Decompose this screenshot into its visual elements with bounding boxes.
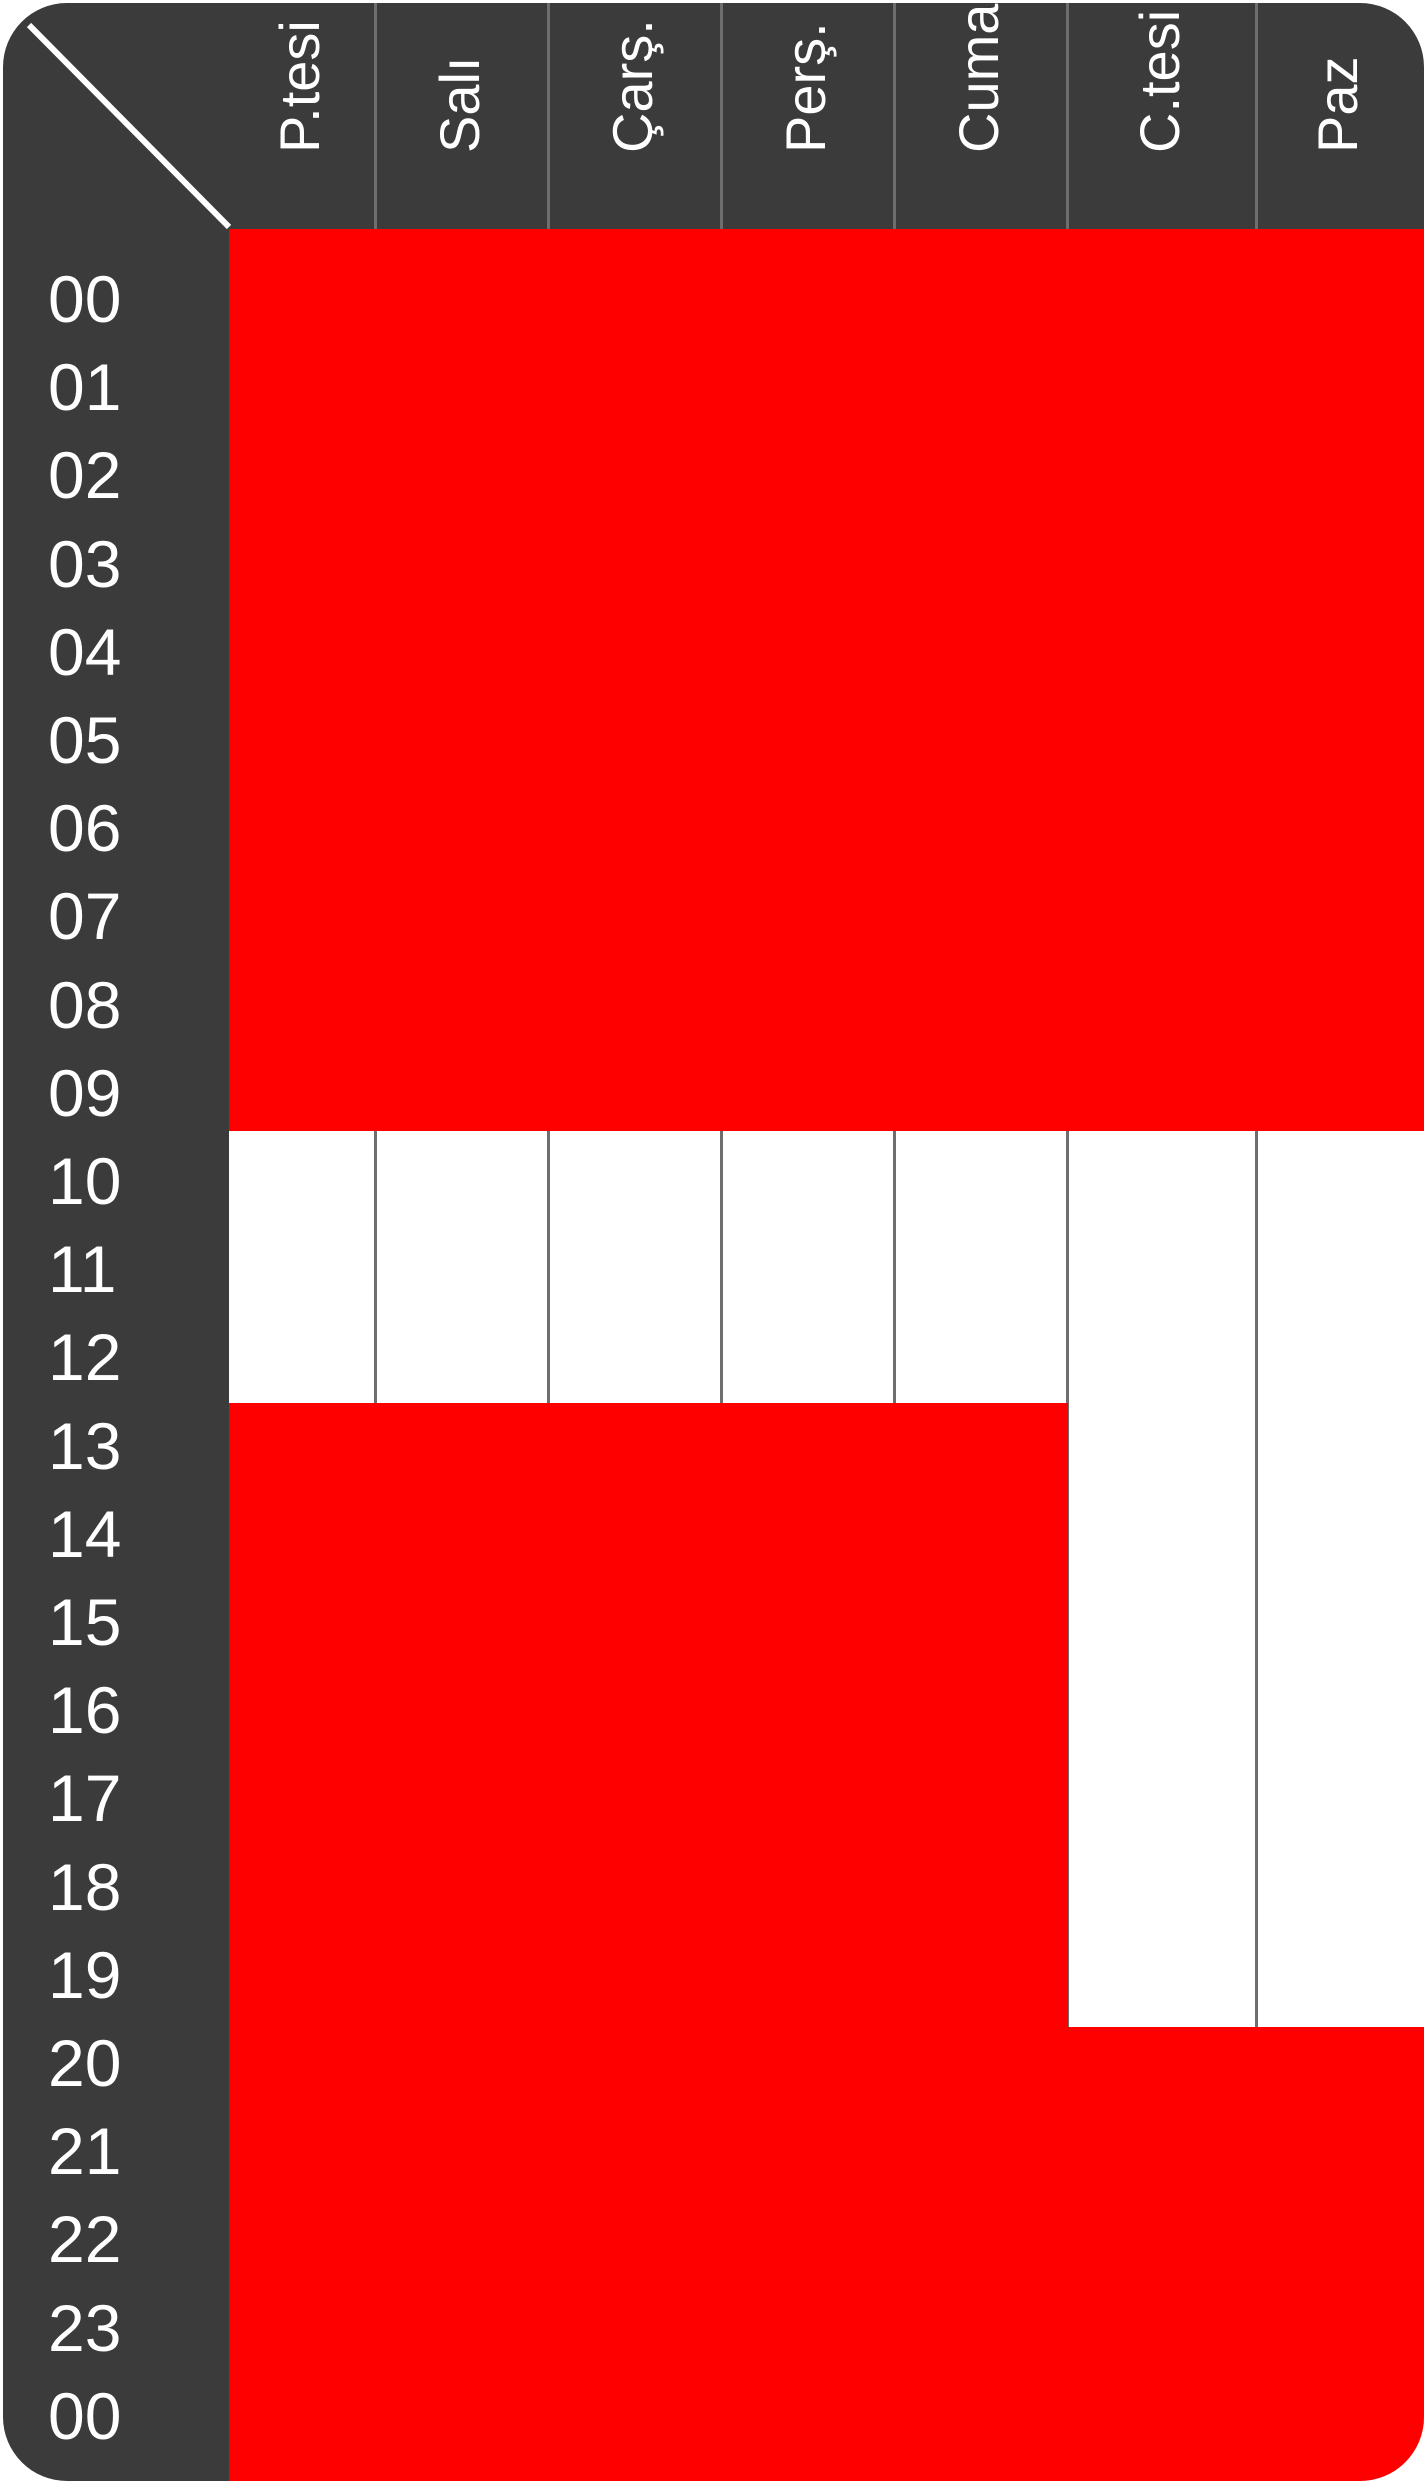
hour-label: 10 [48, 1144, 122, 1218]
day-header-4: Cuma [894, 3, 1067, 229]
closed-block [894, 229, 1068, 1131]
hour-label: 01 [48, 350, 122, 425]
hour-label: 15 [48, 1585, 122, 1659]
closed-block [721, 229, 895, 1131]
day-header-2: Çarş. [548, 3, 721, 229]
closed-block [375, 1403, 549, 2481]
hour-label: 17 [48, 1761, 122, 1836]
closed-block [894, 1403, 1068, 2481]
hour-label: 11 [48, 1232, 117, 1307]
closed-block [721, 1403, 895, 2481]
header-divider [374, 3, 377, 229]
header-divider [547, 3, 550, 229]
hour-label: 23 [48, 2290, 122, 2365]
schedule-board: P.tesi Salı Çarş. Perş. Cuma C.tesi Paz 00 01 02… [3, 3, 1424, 2481]
corner-diagonal [26, 22, 232, 230]
day-header-0: P.tesi [229, 3, 375, 229]
day-label: Paz [1306, 56, 1369, 154]
hour-label: 08 [48, 967, 122, 1042]
day-header-5: C.tesi [1067, 3, 1256, 229]
hour-label: 04 [48, 614, 122, 689]
closed-block [1067, 229, 1257, 1131]
closed-block [1067, 2027, 1257, 2481]
closed-block [229, 1403, 376, 2481]
hour-label: 16 [48, 1673, 122, 1748]
closed-block [1256, 229, 1424, 1131]
hour-label: 00 [48, 262, 122, 336]
schedule-grid [229, 229, 1424, 2481]
hour-label: 14 [48, 1496, 122, 1571]
hour-label: 19 [48, 1937, 122, 2012]
header-divider [893, 3, 896, 229]
hour-label: 02 [48, 438, 122, 513]
hour-label: 20 [48, 2026, 122, 2100]
hour-label: 07 [48, 879, 122, 954]
hour-label: 03 [48, 526, 122, 601]
day-label: Salı [427, 56, 491, 154]
day-label: Çarş. [600, 19, 664, 153]
day-label: P.tesi [268, 20, 331, 153]
hour-label: 13 [48, 1408, 122, 1483]
closed-block [375, 229, 549, 1131]
hour-label: 21 [48, 2114, 122, 2189]
day-header-1: Salı [375, 3, 548, 229]
hour-label: 22 [48, 2202, 122, 2277]
hour-label: 09 [48, 1055, 122, 1130]
day-label: Perş. [773, 22, 837, 153]
hour-label: 12 [48, 1320, 122, 1395]
day-label: C.tesi [1127, 9, 1191, 153]
day-label: Cuma [946, 3, 1010, 153]
closed-block [1256, 2027, 1424, 2481]
hour-label: 05 [48, 703, 122, 777]
day-header-6: Paz [1256, 3, 1424, 229]
day-header-3: Perş. [721, 3, 894, 229]
hour-label: 18 [48, 1849, 122, 1924]
closed-block [548, 229, 722, 1131]
header-divider [720, 3, 723, 229]
header-divider [1255, 3, 1258, 229]
closed-block [229, 229, 376, 1131]
hour-label: 00 [48, 2378, 122, 2453]
closed-block [548, 1403, 722, 2481]
hour-label: 06 [48, 791, 122, 866]
header-divider [1066, 3, 1069, 229]
